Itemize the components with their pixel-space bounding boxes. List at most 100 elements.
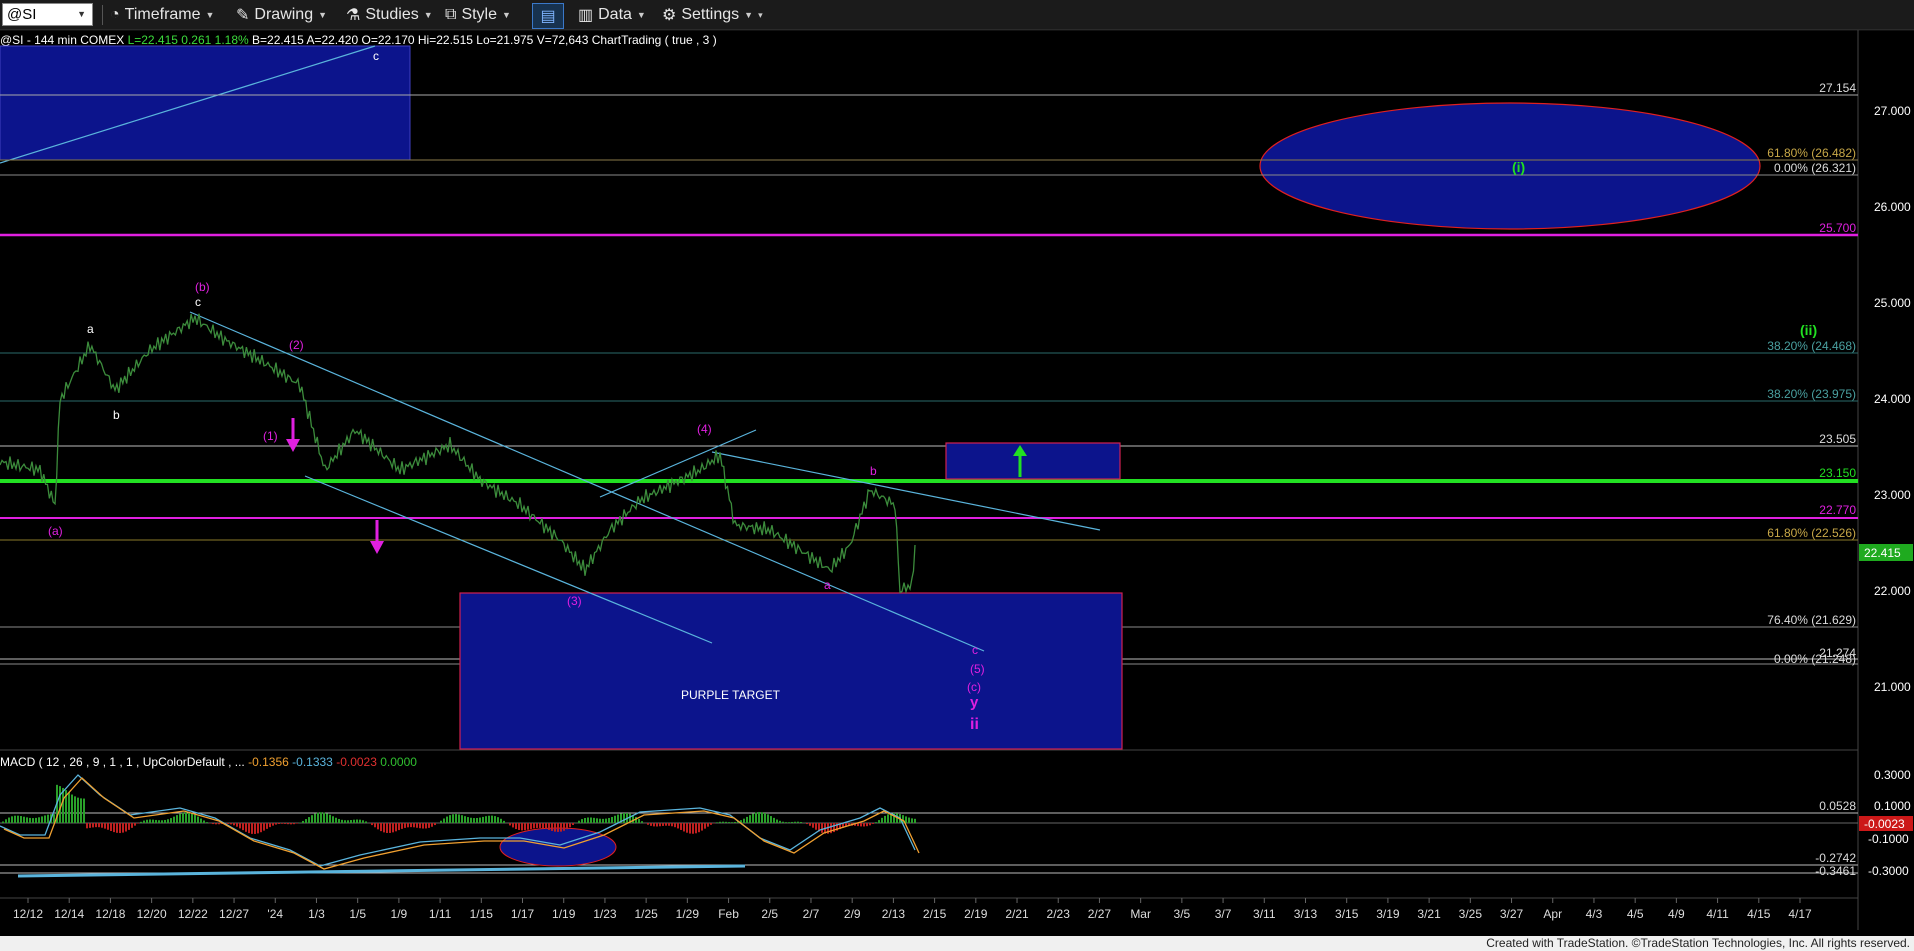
histogram-bar [659, 823, 661, 827]
macd-tick: 0.1000 [1874, 799, 1911, 813]
histogram-bar [305, 819, 307, 823]
histogram-bar [806, 823, 808, 825]
histogram-bar [32, 818, 34, 823]
histogram-bar [59, 786, 61, 823]
time-tick-label: 4/15 [1747, 907, 1771, 921]
histogram-bar [98, 823, 100, 828]
wave-label: b [870, 464, 877, 478]
histogram-bar [35, 817, 37, 823]
price-chart[interactable]: 27.000 26.000 25.000 24.000 23.000 22.00… [0, 0, 1914, 951]
histogram-bar [239, 823, 241, 829]
fib-label-0-top: 0.00% (26.321) [1774, 161, 1856, 175]
histogram-bar [74, 796, 76, 823]
time-tick-label: 12/20 [137, 907, 167, 921]
histogram-bar [794, 821, 796, 823]
histogram-bar [551, 823, 553, 831]
level-label-22770: 22.770 [1819, 503, 1856, 517]
histogram-bar [218, 823, 220, 825]
histogram-bar [248, 823, 250, 834]
histogram-bar [398, 823, 400, 831]
fib-label-76: 76.40% (21.629) [1767, 613, 1856, 627]
wave-label: a [824, 578, 831, 592]
histogram-bar [545, 823, 547, 830]
time-tick-label: 1/5 [349, 907, 366, 921]
histogram-bar [215, 823, 217, 825]
histogram-bar [617, 814, 619, 823]
histogram-bar [911, 818, 913, 823]
histogram-bar [263, 823, 265, 831]
histogram-bar [785, 822, 787, 823]
price-tick: 27.000 [1874, 104, 1911, 118]
histogram-bar [362, 820, 364, 823]
histogram-bar [638, 819, 640, 823]
time-tick-label: 1/11 [429, 907, 452, 921]
histogram-bar [152, 819, 154, 823]
histogram-bar [185, 812, 187, 823]
histogram-bar [314, 813, 316, 823]
histogram-bar [530, 823, 532, 830]
green-target-box [945, 442, 1121, 480]
time-tick-label: 3/19 [1376, 907, 1400, 921]
wave-label: (4) [697, 422, 712, 436]
price-tick: 26.000 [1874, 200, 1911, 214]
macd-tick: -0.1000 [1868, 832, 1909, 846]
histogram-bar [479, 817, 481, 823]
histogram-bar [728, 822, 730, 823]
histogram-bar [473, 818, 475, 823]
histogram-bar [383, 823, 385, 833]
histogram-bar [245, 823, 247, 832]
histogram-bar [680, 823, 682, 830]
histogram-bar [317, 812, 319, 823]
histogram-bar [443, 818, 445, 823]
histogram-bar [461, 815, 463, 823]
histogram-bar [377, 823, 379, 830]
histogram-bar [2, 821, 4, 823]
histogram-bar [614, 815, 616, 823]
histogram-bar [770, 816, 772, 823]
histogram-bar [92, 823, 94, 828]
histogram-bar [662, 823, 664, 826]
histogram-bar [869, 823, 871, 826]
histogram-bar [428, 823, 430, 828]
histogram-bar [797, 821, 799, 823]
histogram-bar [866, 823, 868, 827]
histogram-bar [599, 818, 601, 823]
wave-label: c [972, 643, 978, 657]
histogram-bar [251, 823, 253, 834]
time-tick-label: 3/13 [1294, 907, 1318, 921]
wave-label: (c) [967, 680, 981, 694]
histogram-bar [17, 815, 19, 823]
histogram-bar [446, 816, 448, 823]
histogram-bar [602, 818, 604, 823]
histogram-bar [752, 813, 754, 823]
wave-label: (a) [48, 524, 63, 538]
histogram-bar [422, 823, 424, 829]
time-tick-label: 2/21 [1005, 907, 1029, 921]
current-price-label: 22.415 [1864, 546, 1901, 560]
time-tick-label: Feb [718, 907, 739, 921]
wave-label: (i) [1512, 159, 1525, 175]
histogram-bar [440, 820, 442, 823]
histogram-bar [884, 815, 886, 823]
histogram-bar [464, 816, 466, 823]
histogram-bar [344, 820, 346, 823]
time-tick-label: 3/7 [1215, 907, 1232, 921]
histogram-bar [776, 819, 778, 823]
histogram-bar [143, 820, 145, 823]
histogram-bar [485, 816, 487, 823]
price-tick: 23.000 [1874, 488, 1911, 502]
histogram-bar [350, 820, 352, 823]
fib-label-61-b: 61.80% (22.526) [1767, 526, 1856, 540]
histogram-bar [596, 818, 598, 823]
histogram-bar [665, 823, 667, 826]
wave-label: (3) [567, 594, 582, 608]
histogram-bar [746, 816, 748, 823]
histogram-bar [14, 815, 16, 823]
histogram-bar [749, 815, 751, 823]
fib-label-0-b: 0.00% (21.248) [1774, 652, 1856, 666]
histogram-bar [146, 819, 148, 823]
histogram-bar [782, 821, 784, 823]
histogram-bar [476, 817, 478, 823]
time-tick-label: 1/3 [308, 907, 325, 921]
histogram-bar [668, 823, 670, 826]
